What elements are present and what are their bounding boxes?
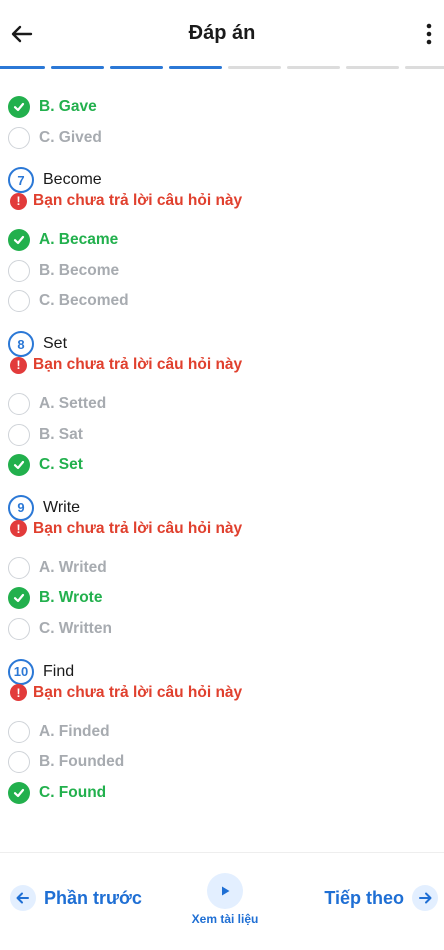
warning-text: Bạn chưa trả lời câu hỏi này [33,519,243,537]
option-label: A. Became [39,231,119,249]
question-word: Set [43,335,68,352]
question-number-badge: 9 [8,494,34,521]
option: A. Writed [8,556,107,579]
check-circle-icon [8,229,30,252]
unanswered-warning: ! Bạn chưa trả lời câu hỏi này [10,192,242,210]
question-header: 7 Become [8,167,102,194]
correct-option: B. Wrote [8,587,103,610]
option: B. Founded [8,751,125,774]
view-document-button[interactable]: Xem tài liệu [187,873,263,926]
check-circle-icon [8,781,30,804]
warning-text: Bạn chưa trả lời câu hỏi này [33,683,243,701]
question-number-badge: 8 [8,331,34,357]
question-number-badge: 10 [8,658,34,685]
option-label: A. Finded [39,722,110,740]
previous-section-button[interactable]: Phần trước [10,885,142,911]
option-label: C. Set [39,456,83,474]
check-circle-icon [8,96,30,118]
empty-circle-icon [8,556,30,579]
option: C. Gived [8,126,102,149]
more-options-icon[interactable] [424,22,434,46]
option: A. Setted [8,393,106,415]
option: A. Finded [8,720,110,743]
empty-circle-icon [8,126,30,149]
question-word: Find [43,662,75,680]
question-header: 9 Write [8,494,81,521]
option-label: B. Sat [39,425,83,443]
empty-circle-icon [8,393,30,415]
empty-circle-icon [8,720,30,743]
alert-icon: ! [10,356,27,374]
option-label: B. Wrote [39,589,103,607]
check-circle-icon [8,454,30,477]
option-label: B. Founded [39,753,125,771]
option-label: B. Become [39,261,120,279]
correct-option: B. Gave [8,96,97,118]
option-label: B. Gave [39,98,97,115]
next-button[interactable]: Tiếp theo [324,885,438,911]
progress-segment [405,66,444,69]
progress-segment [346,66,399,69]
option: C. Becomed [8,290,129,313]
empty-circle-icon [8,618,30,640]
option-label: C. Gived [39,128,102,146]
alert-icon: ! [10,520,27,538]
view-document-label: Xem tài liệu [191,912,259,926]
progress-segment [228,66,281,69]
question-word: Write [43,498,81,516]
check-circle-icon [8,587,30,610]
warning-text: Bạn chưa trả lời câu hỏi này [33,356,243,373]
option-label: A. Writed [39,558,107,576]
progress-segment [51,66,104,69]
empty-circle-icon [8,423,30,446]
option-label: C. Written [39,620,112,637]
unanswered-warning: ! Bạn chưa trả lời câu hỏi này [10,520,242,538]
question-header: 8 Set [8,331,67,357]
option: C. Written [8,618,112,640]
unanswered-warning: ! Bạn chưa trả lời câu hỏi này [10,684,242,702]
option: B. Become [8,259,120,282]
arrow-right-icon [412,885,438,911]
previous-section-label: Phần trước [44,887,142,908]
unanswered-warning: ! Bạn chưa trả lời câu hỏi này [10,356,242,374]
alert-icon: ! [10,192,27,210]
progress-segment [0,66,45,69]
arrow-left-icon [10,885,36,911]
correct-option: A. Became [8,229,119,252]
app-header: Đáp án [0,0,444,66]
question-header: 10 Find [8,658,75,685]
correct-option: C. Set [8,454,83,477]
empty-circle-icon [8,290,30,313]
warning-text: Bạn chưa trả lời câu hỏi này [33,192,243,210]
option: B. Sat [8,423,83,446]
option-label: A. Setted [39,395,107,412]
correct-option: C. Found [8,781,107,804]
bottom-nav: Phần trước Xem tài liệu Tiếp theo [0,852,444,950]
page-title: Đáp án [188,22,256,44]
empty-circle-icon [8,751,30,774]
alert-icon: ! [10,684,27,702]
option-label: C. Becomed [39,292,129,310]
progress-segment [169,66,222,69]
question-number-badge: 7 [8,167,34,194]
play-icon [207,873,243,909]
question-word: Become [43,171,102,189]
progress-segment [287,66,340,69]
empty-circle-icon [8,259,30,282]
next-label: Tiếp theo [324,887,404,908]
option-label: C. Found [39,783,107,801]
progress-segment [110,66,163,69]
progress-bar [0,66,444,70]
